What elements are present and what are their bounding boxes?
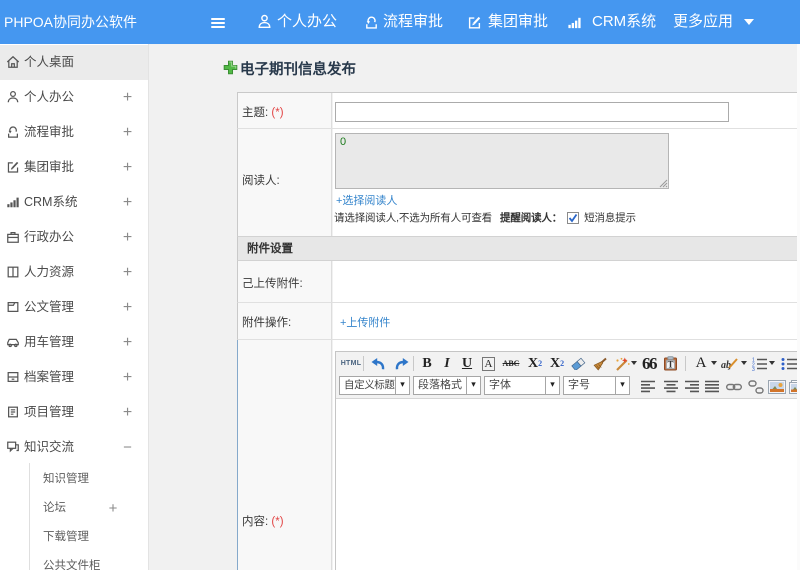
svg-text:T: T xyxy=(667,359,673,369)
svg-text:ab: ab xyxy=(721,360,731,371)
svg-text:3: 3 xyxy=(752,367,755,371)
